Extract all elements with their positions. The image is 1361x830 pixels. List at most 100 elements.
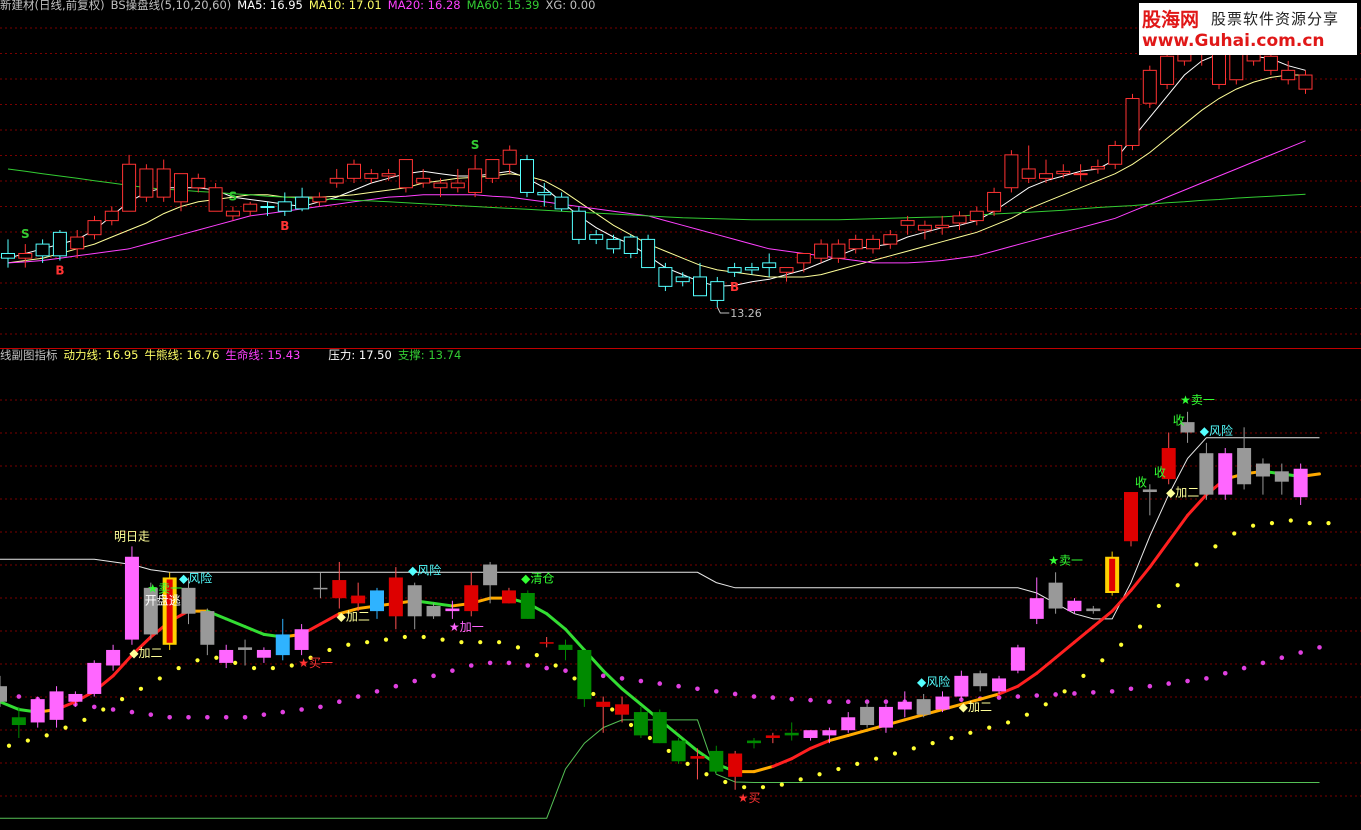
candle-body — [1125, 98, 1140, 146]
price-candle — [329, 168, 344, 188]
candle-body — [900, 220, 915, 226]
candle-body — [1010, 647, 1025, 671]
signal-annotation: ★加一 — [449, 620, 484, 634]
price-candle — [1056, 164, 1071, 179]
candle-body — [1199, 453, 1214, 495]
life-line-dot — [619, 676, 625, 681]
life-line-dot — [148, 712, 154, 717]
indicator-candle — [897, 691, 912, 718]
candle-body — [589, 234, 604, 240]
candle-body — [558, 644, 573, 650]
candle-body — [1263, 55, 1278, 71]
life-line-dot — [695, 686, 700, 692]
bull-bear-dot — [63, 725, 68, 730]
bull-bear-dot — [1307, 521, 1312, 526]
candle-body — [445, 608, 460, 612]
price-candle — [762, 253, 777, 277]
bull-bear-dot — [270, 665, 275, 671]
indicator-candle — [1255, 458, 1270, 495]
indicator-candle — [1274, 463, 1289, 495]
indicator-candle — [1218, 448, 1233, 500]
indicator-candle — [841, 712, 856, 733]
candle-body — [1160, 55, 1175, 85]
price-candle — [727, 262, 742, 277]
candle-body — [747, 740, 761, 744]
bull-bear-value: 牛熊线: 16.76 — [144, 348, 220, 362]
power-line-segment — [1035, 656, 1058, 675]
indicator-candle — [30, 696, 45, 728]
indicator-candle — [539, 637, 554, 648]
indicator-candle — [313, 572, 328, 599]
bull-bear-dot — [855, 761, 860, 766]
indicator-candle — [765, 732, 780, 744]
life-line-dot — [374, 689, 380, 694]
candle-body — [969, 210, 984, 222]
bull-bear-dot — [572, 676, 577, 681]
indicator-candle — [1010, 644, 1025, 674]
signal-annotation: ◆风险 — [1200, 423, 1233, 438]
signal-annotation: ◆风险 — [179, 570, 212, 585]
signal-b-label: B — [730, 280, 739, 294]
indicator-candle — [370, 587, 384, 619]
price-candle — [1, 239, 15, 268]
signal-annotation: ★买一 — [298, 656, 333, 670]
candle-body — [139, 168, 154, 198]
bull-bear-dot — [949, 735, 954, 741]
life-line-dot — [412, 678, 418, 684]
life-line-dot — [487, 660, 493, 666]
candle-body — [450, 182, 465, 189]
indicator-candle — [935, 691, 950, 713]
bull-bear-dot — [459, 640, 464, 645]
life-line-dot — [1053, 692, 1058, 697]
indicator-candle — [803, 730, 818, 741]
bull-bear-dot — [836, 766, 841, 772]
candle-body — [106, 649, 121, 666]
candle-body — [1029, 598, 1044, 619]
price-candle — [381, 168, 396, 181]
indicator-candle — [256, 647, 271, 663]
price-candle — [796, 252, 811, 273]
main-price-panel: S B S B S B 13.26 — [1, 28, 1313, 320]
bull-bear-dot — [798, 777, 803, 782]
candle-body — [765, 735, 780, 738]
life-line-dot — [1091, 690, 1096, 695]
watermark-url: www.Guhai.com.cn — [1142, 31, 1325, 51]
candle-body — [1212, 51, 1226, 85]
price-candle — [1125, 93, 1140, 151]
candle-body — [1067, 600, 1082, 612]
candle-body — [1142, 489, 1157, 493]
price-candle — [779, 267, 794, 282]
candle-body — [623, 236, 638, 254]
candle-body — [641, 238, 656, 269]
candle-body — [1255, 463, 1270, 477]
indicator-candle — [332, 561, 347, 609]
candle-body — [381, 173, 396, 177]
bull-bear-dot — [402, 634, 407, 640]
life-line-dot — [1034, 693, 1040, 698]
candle-body — [539, 642, 554, 644]
candle-body — [1298, 74, 1313, 90]
power-line-segment — [827, 733, 850, 743]
power-line-segment — [1110, 588, 1133, 613]
bull-bear-dot — [723, 779, 728, 785]
candle-body — [87, 220, 102, 236]
life-line-dot — [563, 668, 568, 673]
bull-bear-dot — [44, 733, 49, 738]
bull-bear-dot — [628, 722, 634, 728]
signal-annotation: ◆加二 — [129, 646, 162, 660]
life-line-dot — [16, 694, 22, 699]
candle-body — [1086, 608, 1101, 612]
price-candle — [208, 183, 223, 212]
indicator-candle — [671, 737, 686, 764]
bull-bear-dot — [497, 640, 502, 645]
guhai-watermark-logo: 股海网 股票软件资源分享 www.Guhai.com.cn — [1139, 3, 1357, 55]
power-line-segment — [1148, 539, 1171, 569]
sub-indicator-panel: 明日走★卖一◆风险开盘逃◆加二★买一◆加二◆风险★加一◆清仓★买◆风险◆加二★卖… — [0, 393, 1331, 819]
indicator-candle — [520, 590, 535, 619]
candle-body — [727, 267, 742, 273]
candle-body — [502, 149, 517, 165]
indicator-candle — [954, 670, 969, 700]
indicator-candle — [200, 608, 215, 656]
signal-annotation: ◆清仓 — [521, 571, 554, 585]
ma10-value: MA10: 17.01 — [308, 0, 382, 12]
